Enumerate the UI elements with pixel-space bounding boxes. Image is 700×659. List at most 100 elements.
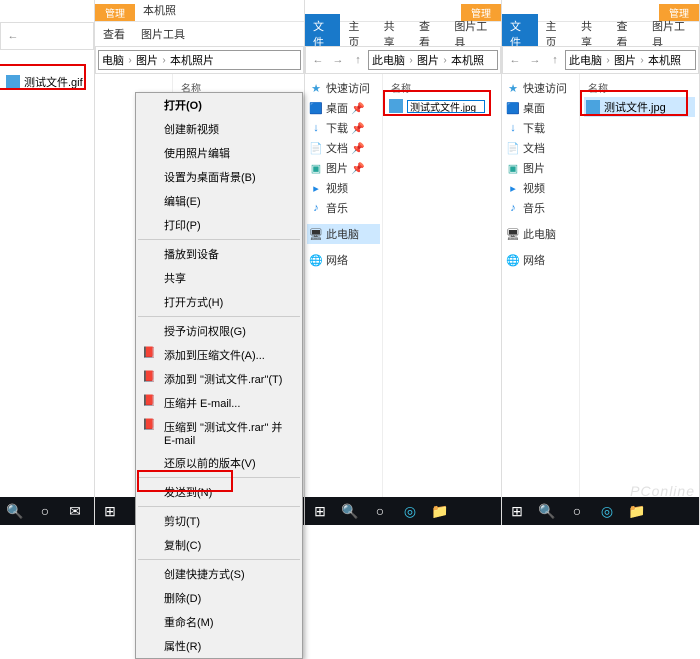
- sb-downloads[interactable]: ↓下载: [504, 118, 577, 138]
- pic-icon: ▣: [506, 161, 520, 175]
- ctx-zip-email[interactable]: 📕压缩并 E-mail...: [136, 391, 302, 415]
- search-icon[interactable]: 🔍: [335, 497, 365, 525]
- forward-icon[interactable]: →: [328, 50, 348, 70]
- store-icon[interactable]: ⊞: [95, 497, 125, 525]
- back-icon[interactable]: ←: [505, 50, 525, 70]
- ctx-add-zip[interactable]: 📕添加到压缩文件(A)...: [136, 343, 302, 367]
- context-menu: 打开(O) 创建新视频 使用照片编辑 设置为桌面背景(B) 编辑(E) 打印(P…: [135, 92, 303, 659]
- explorer-icon[interactable]: 📁: [622, 497, 652, 525]
- crumb-local[interactable]: 本机照片: [170, 52, 214, 68]
- ctx-copy[interactable]: 复制(C): [136, 533, 302, 557]
- search-icon[interactable]: 🔍: [0, 497, 30, 525]
- sb-thispc[interactable]: 🖥此电脑: [307, 224, 380, 244]
- ctx-share[interactable]: 共享: [136, 266, 302, 290]
- start-icon[interactable]: ⊞: [305, 497, 335, 525]
- start-icon[interactable]: ⊞: [502, 497, 532, 525]
- doc-icon: 📄: [309, 141, 323, 155]
- edge-icon[interactable]: ◎: [592, 497, 622, 525]
- chevron-right-icon: ›: [124, 55, 136, 66]
- star-icon: ★: [506, 81, 520, 95]
- ctx-access[interactable]: 授予访问权限(G): [136, 319, 302, 343]
- cortana-icon[interactable]: ○: [365, 497, 395, 525]
- ctx-edit[interactable]: 编辑(E): [136, 189, 302, 213]
- quick-access[interactable]: ★快速访问: [307, 78, 380, 98]
- sb-videos[interactable]: ▸视频: [504, 178, 577, 198]
- video-icon: ▸: [506, 181, 520, 195]
- sb-music[interactable]: ♪音乐: [307, 198, 380, 218]
- ctx-cast[interactable]: 播放到设备: [136, 242, 302, 266]
- address-bar[interactable]: 此电脑 › 图片 › 本机照: [368, 50, 498, 70]
- forward-icon[interactable]: →: [525, 50, 545, 70]
- rar-icon: 📕: [142, 346, 156, 360]
- ctx-rename[interactable]: 重命名(M): [136, 610, 302, 634]
- separator: [138, 316, 300, 317]
- quick-access[interactable]: ★快速访问: [504, 78, 577, 98]
- ctx-open-with[interactable]: 打开方式(H): [136, 290, 302, 314]
- sb-thispc[interactable]: 🖥此电脑: [504, 224, 577, 244]
- up-icon[interactable]: ↑: [348, 50, 368, 70]
- crumb-pc[interactable]: 电脑: [102, 52, 124, 68]
- explorer-icon[interactable]: 📁: [425, 497, 455, 525]
- ctx-edit-photos[interactable]: 使用照片编辑: [136, 141, 302, 165]
- crumb-local[interactable]: 本机照: [451, 52, 484, 68]
- ctx-zip-rar-email[interactable]: 📕压缩到 "测试文件.rar" 并 E-mail: [136, 415, 302, 451]
- back-icon[interactable]: ←: [3, 26, 23, 46]
- mail-icon[interactable]: ✉: [60, 497, 90, 525]
- tab-pic-tools[interactable]: 图片工具: [133, 22, 193, 46]
- address-bar[interactable]: 电脑 › 图片 › 本机照片: [98, 50, 301, 70]
- back-icon[interactable]: ←: [308, 50, 328, 70]
- ctx-open[interactable]: 打开(O): [136, 93, 302, 117]
- sb-downloads[interactable]: ↓下载📌: [307, 118, 380, 138]
- chevron-right-icon: ›: [439, 55, 451, 66]
- tab-view[interactable]: 查看: [95, 22, 133, 46]
- col-name[interactable]: 名称: [584, 78, 695, 97]
- sb-pictures[interactable]: ▣图片: [504, 158, 577, 178]
- separator: [138, 477, 300, 478]
- crumb-thispc[interactable]: 此电脑: [569, 52, 602, 68]
- image-file-icon: [6, 75, 20, 89]
- ctx-shortcut[interactable]: 创建快捷方式(S): [136, 562, 302, 586]
- crumb-pics[interactable]: 图片: [136, 52, 158, 68]
- sb-network[interactable]: 🌐网络: [504, 250, 577, 270]
- sb-desktop[interactable]: 🟦桌面📌: [307, 98, 380, 118]
- ctx-add-rar[interactable]: 📕添加到 "测试文件.rar"(T): [136, 367, 302, 391]
- edge-icon[interactable]: ◎: [395, 497, 425, 525]
- ctx-prev-ver[interactable]: 还原以前的版本(V): [136, 451, 302, 475]
- sb-documents[interactable]: 📄文档📌: [307, 138, 380, 158]
- crumb-thispc[interactable]: 此电脑: [372, 52, 405, 68]
- globe-icon: 🌐: [309, 253, 323, 267]
- address-bar[interactable]: 此电脑 › 图片 › 本机照: [565, 50, 696, 70]
- cortana-icon[interactable]: ○: [562, 497, 592, 525]
- file-row[interactable]: 测试文件.jpg: [584, 97, 695, 117]
- ctx-set-bg[interactable]: 设置为桌面背景(B): [136, 165, 302, 189]
- sb-music[interactable]: ♪音乐: [504, 198, 577, 218]
- sb-documents[interactable]: 📄文档: [504, 138, 577, 158]
- crumb-local[interactable]: 本机照: [648, 52, 681, 68]
- doc-icon: 📄: [506, 141, 520, 155]
- ctx-cut[interactable]: 剪切(T): [136, 509, 302, 533]
- tab-manage[interactable]: 管理: [95, 4, 135, 21]
- star-icon: ★: [309, 81, 323, 95]
- ctx-delete[interactable]: 删除(D): [136, 586, 302, 610]
- ctx-props[interactable]: 属性(R): [136, 634, 302, 658]
- ctx-send-to[interactable]: 发送到(N): [136, 480, 302, 504]
- col-name[interactable]: 名称: [387, 78, 497, 97]
- file-row[interactable]: 测试文件.gif: [4, 72, 90, 92]
- crumb-pics[interactable]: 图片: [417, 52, 439, 68]
- monitor-icon: 🖥: [506, 227, 520, 241]
- monitor-icon: 🖥: [309, 227, 323, 241]
- ctx-print[interactable]: 打印(P): [136, 213, 302, 237]
- sb-pictures[interactable]: ▣图片📌: [307, 158, 380, 178]
- cortana-icon[interactable]: ○: [30, 497, 60, 525]
- tab-this-pic[interactable]: 本机照: [135, 0, 184, 21]
- ctx-new-video[interactable]: 创建新视频: [136, 117, 302, 141]
- sb-desktop[interactable]: 🟦桌面: [504, 98, 577, 118]
- sb-network[interactable]: 🌐网络: [307, 250, 380, 270]
- sb-videos[interactable]: ▸视频: [307, 178, 380, 198]
- up-icon[interactable]: ↑: [545, 50, 565, 70]
- file-row[interactable]: [387, 97, 497, 115]
- rename-input[interactable]: [407, 100, 485, 113]
- download-icon: ↓: [506, 121, 520, 135]
- crumb-pics[interactable]: 图片: [614, 52, 636, 68]
- search-icon[interactable]: 🔍: [532, 497, 562, 525]
